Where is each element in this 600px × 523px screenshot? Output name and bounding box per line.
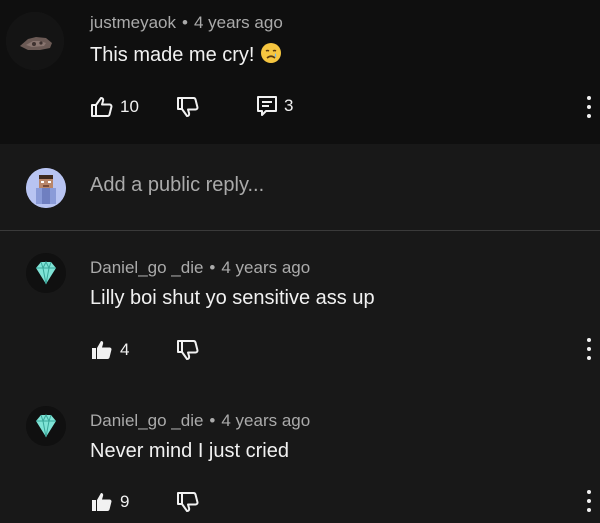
reply-button[interactable]: 3 <box>256 95 293 117</box>
comment-menu-icon[interactable] <box>585 96 593 118</box>
reply-meta: Daniel_go _die • 4 years ago <box>90 258 310 278</box>
diamond-icon <box>26 406 66 446</box>
reply-avatar[interactable] <box>26 406 66 446</box>
like-count: 10 <box>120 97 139 116</box>
reply-menu-icon[interactable] <box>585 338 593 360</box>
thumbs-up-filled-icon <box>92 341 112 359</box>
dislike-button[interactable] <box>176 490 200 514</box>
thumbs-up-icon <box>91 97 113 117</box>
reply-time[interactable]: 4 years ago <box>221 411 310 430</box>
comment-meta: justmeyaok • 4 years ago <box>90 13 283 33</box>
dislike-button[interactable] <box>176 95 200 119</box>
reply-menu-icon[interactable] <box>585 490 593 512</box>
thumbs-up-filled-icon <box>92 493 112 511</box>
reply-avatar[interactable] <box>26 253 66 293</box>
reply-time[interactable]: 4 years ago <box>221 258 310 277</box>
reply-count: 3 <box>284 96 294 115</box>
reply-meta: Daniel_go _die • 4 years ago <box>90 411 310 431</box>
like-count: 4 <box>120 340 130 359</box>
like-button[interactable]: 4 <box>90 338 129 362</box>
thumbs-down-icon <box>177 97 199 117</box>
like-button[interactable]: 10 <box>90 95 139 119</box>
user-avatar[interactable] <box>26 168 66 208</box>
like-button[interactable]: 9 <box>90 490 129 514</box>
reply-author[interactable]: Daniel_go _die <box>90 411 203 430</box>
thumbs-down-icon <box>177 340 199 360</box>
thumbs-down-icon <box>177 492 199 512</box>
meta-separator: • <box>209 411 216 430</box>
comment-time[interactable]: 4 years ago <box>194 13 283 32</box>
meta-separator: • <box>181 13 188 32</box>
reply-icon <box>257 96 277 116</box>
reply-text: Lilly boi shut yo sensitive ass up <box>90 287 375 309</box>
reply-author[interactable]: Daniel_go _die <box>90 258 203 277</box>
like-count: 9 <box>120 492 130 511</box>
diamond-icon <box>26 253 66 293</box>
dislike-button[interactable] <box>176 338 200 362</box>
meta-separator: • <box>209 258 216 277</box>
crying-face-icon <box>260 42 282 70</box>
reply-text: Never mind I just cried <box>90 440 289 462</box>
commenter-avatar[interactable] <box>6 12 64 70</box>
divider <box>0 230 600 231</box>
reply-input[interactable]: Add a public reply... <box>90 174 264 197</box>
comment-text: This made me cry! <box>90 42 282 70</box>
comment-author[interactable]: justmeyaok <box>90 13 176 32</box>
